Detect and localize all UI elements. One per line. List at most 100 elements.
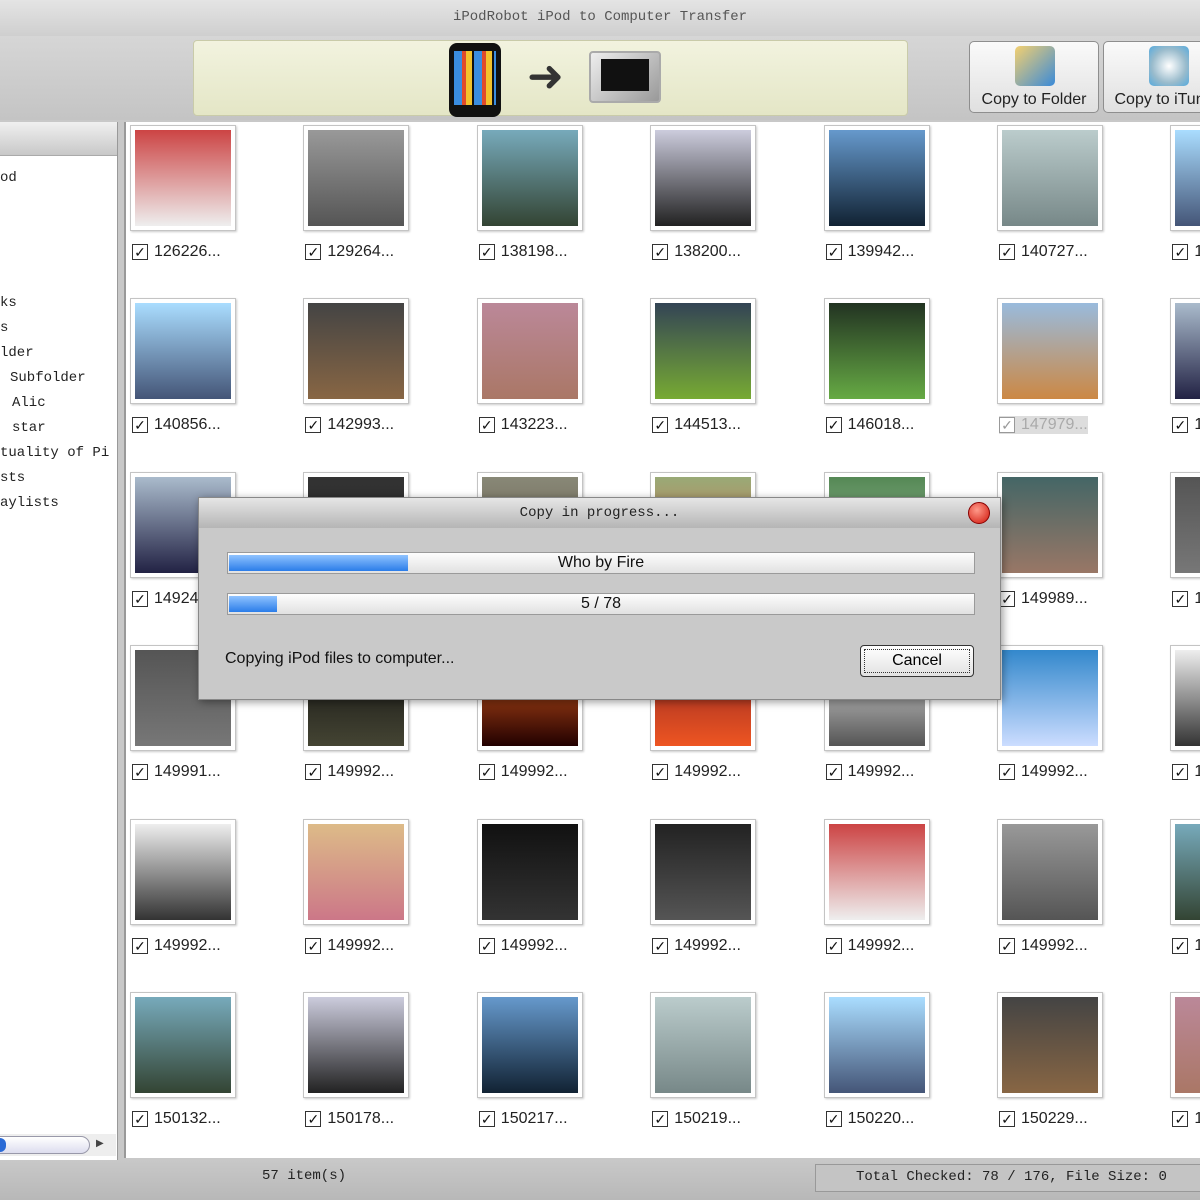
checkbox[interactable]: ✓: [825, 764, 842, 781]
copy-to-itunes-button[interactable]: Copy to iTunes: [1103, 41, 1200, 113]
checkbox[interactable]: ✓: [132, 764, 148, 781]
checkbox[interactable]: ✓: [825, 937, 842, 954]
tree-item[interactable]: Subfolder: [10, 370, 86, 386]
checkbox[interactable]: ✓: [652, 937, 669, 954]
checkbox[interactable]: ✓: [652, 764, 669, 781]
copy-to-folder-button[interactable]: Copy to Folder: [969, 41, 1099, 113]
photo-thumbnail[interactable]: [997, 298, 1103, 405]
checkbox[interactable]: ✓: [132, 417, 148, 434]
photo-item[interactable]: ✓ 150217...: [476, 992, 627, 1142]
checkbox[interactable]: ✓: [305, 937, 322, 954]
checkbox[interactable]: ✓: [305, 417, 322, 434]
photo-item[interactable]: ✓1: [1170, 471, 1200, 622]
photo-thumbnail[interactable]: [1170, 645, 1200, 752]
tree-item[interactable]: ks: [0, 295, 17, 311]
photo-item[interactable]: ✓ 144513...: [650, 298, 800, 448]
checkbox[interactable]: ✓: [825, 1111, 842, 1127]
photo-item[interactable]: ✓ 149992...: [303, 818, 453, 969]
checkbox[interactable]: ✓: [1172, 937, 1189, 954]
tree-item[interactable]: od: [0, 170, 17, 186]
checkbox[interactable]: ✓: [825, 244, 842, 260]
checkbox[interactable]: ✓: [1172, 1111, 1189, 1127]
photo-thumbnail[interactable]: [1170, 298, 1200, 405]
checkbox[interactable]: ✓: [652, 417, 669, 434]
photo-thumbnail[interactable]: [303, 125, 410, 231]
photo-item[interactable]: ✓ 149992...: [130, 818, 280, 969]
photo-item[interactable]: ✓ 149992...: [476, 818, 627, 969]
close-icon[interactable]: [968, 502, 990, 524]
photo-item[interactable]: ✓ 129264...: [303, 125, 453, 275]
checkbox[interactable]: ✓: [1172, 590, 1189, 607]
photo-thumbnail[interactable]: [303, 992, 410, 1098]
photo-item[interactable]: ✓1: [1170, 992, 1200, 1142]
photo-thumbnail[interactable]: [823, 125, 930, 231]
photo-item[interactable]: ✓ 150219...: [650, 992, 800, 1142]
photo-thumbnail[interactable]: [130, 298, 236, 405]
photo-item[interactable]: ✓ 147979...: [997, 298, 1147, 448]
photo-item[interactable]: ✓ 150178...: [303, 992, 453, 1142]
photo-item[interactable]: ✓ 138200...: [650, 125, 800, 275]
checkbox[interactable]: ✓: [652, 1111, 669, 1127]
photo-thumbnail[interactable]: [303, 298, 410, 405]
photo-item[interactable]: ✓ 149992...: [650, 818, 800, 969]
checkbox[interactable]: ✓: [1172, 417, 1189, 434]
photo-item[interactable]: ✓ 143223...: [476, 298, 627, 448]
checkbox[interactable]: ✓: [999, 590, 1015, 607]
photo-item[interactable]: ✓ 150220...: [823, 992, 974, 1142]
tree-item[interactable]: tuality of Pi: [0, 445, 109, 461]
photo-thumbnail[interactable]: [823, 298, 930, 405]
photo-item[interactable]: ✓ 146018...: [823, 298, 974, 448]
scroll-right-icon[interactable]: ▶: [96, 1138, 104, 1149]
photo-item[interactable]: ✓ 149992...: [823, 818, 974, 969]
checkbox[interactable]: ✓: [305, 764, 322, 781]
photo-thumbnail[interactable]: [997, 992, 1103, 1098]
photo-thumbnail[interactable]: [997, 818, 1103, 925]
photo-item[interactable]: ✓1: [1170, 645, 1200, 795]
horizontal-scrollbar[interactable]: ▶: [0, 1134, 116, 1156]
checkbox[interactable]: ✓: [999, 244, 1015, 260]
checkbox[interactable]: ✓: [132, 937, 148, 954]
photo-thumbnail[interactable]: [303, 818, 410, 925]
photo-thumbnail[interactable]: [823, 992, 930, 1098]
photo-thumbnail[interactable]: [997, 125, 1103, 231]
checkbox[interactable]: ✓: [478, 244, 495, 260]
photo-item[interactable]: ✓ 150132...: [130, 992, 280, 1142]
photo-thumbnail[interactable]: [650, 298, 757, 405]
tree-item[interactable]: star: [12, 420, 46, 436]
photo-thumbnail[interactable]: [650, 818, 757, 925]
photo-item[interactable]: ✓ 139942...: [823, 125, 974, 275]
photo-item[interactable]: ✓1: [1170, 818, 1200, 969]
checkbox[interactable]: ✓: [1172, 764, 1189, 781]
checkbox[interactable]: ✓: [1172, 244, 1189, 260]
photo-thumbnail[interactable]: [997, 471, 1103, 578]
checkbox[interactable]: ✓: [999, 937, 1015, 954]
photo-item[interactable]: ✓ 149992...: [997, 818, 1147, 969]
photo-thumbnail[interactable]: [650, 125, 757, 231]
tree-item[interactable]: aylists: [0, 495, 59, 511]
cancel-button[interactable]: Cancel: [860, 645, 974, 677]
photo-thumbnail[interactable]: [1170, 818, 1200, 925]
checkbox[interactable]: ✓: [478, 417, 495, 434]
photo-thumbnail[interactable]: [130, 992, 236, 1098]
tree-item[interactable]: lder: [0, 345, 34, 361]
photo-thumbnail[interactable]: [1170, 471, 1200, 578]
photo-thumbnail[interactable]: [1170, 992, 1200, 1098]
checkbox[interactable]: ✓: [305, 1111, 322, 1127]
photo-item[interactable]: ✓1: [1170, 298, 1200, 448]
photo-item[interactable]: ✓ 140856...: [130, 298, 280, 448]
checkbox[interactable]: ✓: [999, 417, 1015, 434]
checkbox[interactable]: ✓: [478, 1111, 495, 1127]
checkbox[interactable]: ✓: [132, 244, 148, 260]
photo-thumbnail[interactable]: [1170, 125, 1200, 231]
photo-thumbnail[interactable]: [130, 818, 236, 925]
tree-item[interactable]: Alic: [12, 395, 46, 411]
photo-thumbnail[interactable]: [823, 818, 930, 925]
checkbox[interactable]: ✓: [825, 417, 842, 434]
photo-item[interactable]: ✓ 142993...: [303, 298, 453, 448]
photo-thumbnail[interactable]: [650, 992, 757, 1098]
checkbox[interactable]: ✓: [652, 244, 669, 260]
photo-thumbnail[interactable]: [476, 125, 583, 231]
checkbox[interactable]: ✓: [999, 764, 1015, 781]
scrollbar-thumb[interactable]: [0, 1136, 90, 1154]
photo-item[interactable]: ✓ 149989...: [997, 471, 1147, 622]
